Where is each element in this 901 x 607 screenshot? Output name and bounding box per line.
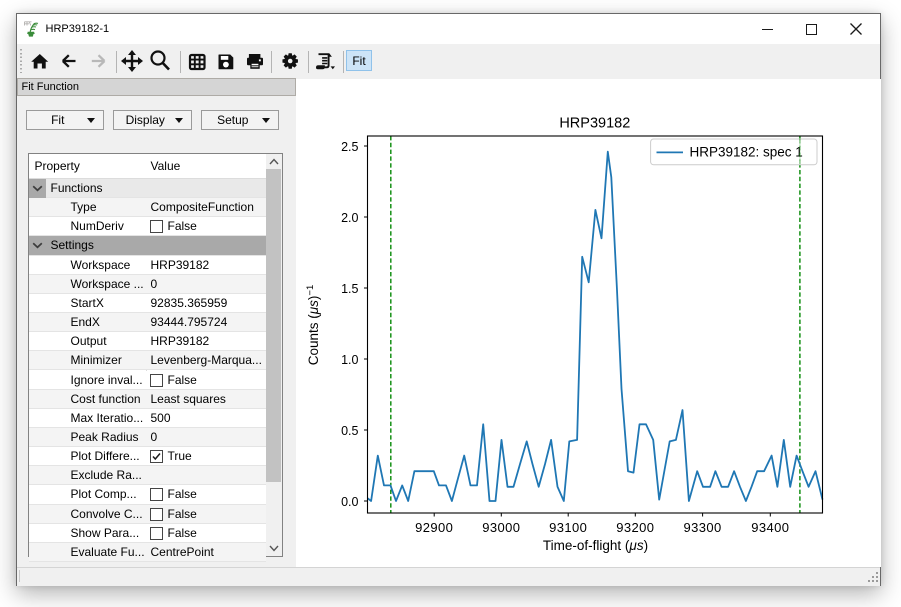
svg-text:2.5: 2.5 bbox=[341, 140, 358, 154]
svg-text:Counts (μs)−1: Counts (μs)−1 bbox=[304, 285, 321, 366]
svg-text:93100: 93100 bbox=[549, 520, 587, 535]
svg-text:0.0: 0.0 bbox=[341, 495, 358, 509]
svg-text:93300: 93300 bbox=[683, 520, 721, 535]
svg-text:HRP39182: HRP39182 bbox=[559, 116, 630, 132]
svg-text:93400: 93400 bbox=[751, 520, 789, 535]
svg-text:1.5: 1.5 bbox=[341, 282, 358, 296]
svg-text:Time-of-flight (μs): Time-of-flight (μs) bbox=[542, 538, 647, 553]
svg-text:93200: 93200 bbox=[616, 520, 654, 535]
svg-text:93000: 93000 bbox=[482, 520, 520, 535]
svg-text:0.5: 0.5 bbox=[341, 424, 358, 438]
svg-text:HRP39182: spec 1: HRP39182: spec 1 bbox=[689, 145, 802, 160]
svg-text:92900: 92900 bbox=[415, 520, 453, 535]
svg-text:1.0: 1.0 bbox=[341, 353, 358, 367]
svg-text:2.0: 2.0 bbox=[341, 211, 358, 225]
